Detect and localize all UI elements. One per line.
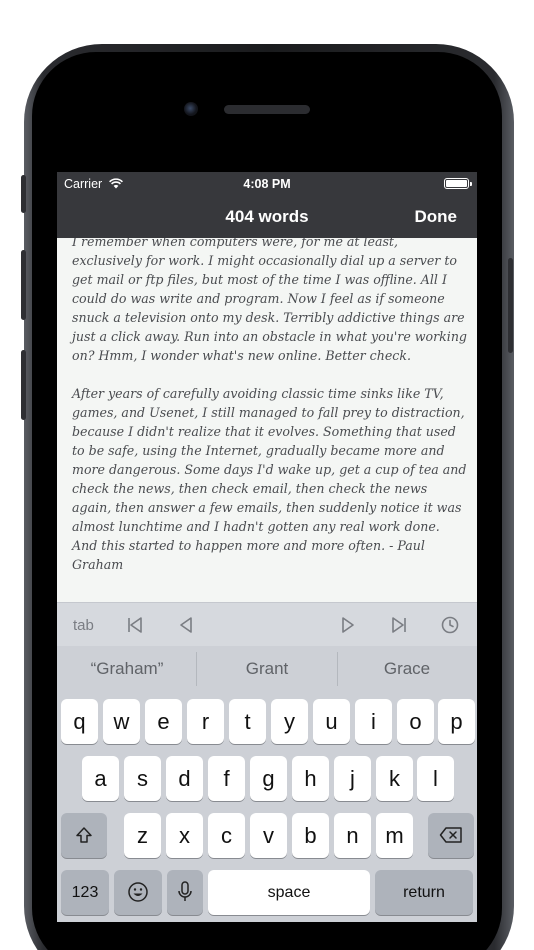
keyboard-accessory-bar: tab xyxy=(57,602,477,646)
key-s[interactable]: s xyxy=(124,756,161,801)
shift-key[interactable] xyxy=(61,813,107,858)
volume-down-button xyxy=(21,350,26,420)
backspace-icon xyxy=(439,827,462,843)
key-m[interactable]: m xyxy=(376,813,413,858)
key-z[interactable]: z xyxy=(124,813,161,858)
tab-button[interactable]: tab xyxy=(73,617,94,634)
shift-icon xyxy=(76,827,92,843)
key-n[interactable]: n xyxy=(334,813,371,858)
key-x[interactable]: x xyxy=(166,813,203,858)
key-f[interactable]: f xyxy=(208,756,245,801)
power-button xyxy=(508,258,513,353)
key-o[interactable]: o xyxy=(397,699,434,744)
volume-up-button xyxy=(21,250,26,320)
key-t[interactable]: t xyxy=(229,699,266,744)
skip-to-end-icon[interactable] xyxy=(389,615,409,635)
previous-icon[interactable] xyxy=(176,615,196,635)
text-editor[interactable]: I remember when computers were, for me a… xyxy=(57,238,477,602)
predictive-bar: “Graham” Grant Grace xyxy=(57,646,477,692)
key-p[interactable]: p xyxy=(438,699,475,744)
microphone-icon xyxy=(178,881,192,901)
suggestion-2[interactable]: Grant xyxy=(197,646,337,692)
key-l[interactable]: l xyxy=(417,756,454,801)
done-button[interactable]: Done xyxy=(415,207,458,227)
status-bar: Carrier 4:08 PM xyxy=(57,172,477,196)
next-icon[interactable] xyxy=(338,615,358,635)
mute-switch xyxy=(21,175,26,213)
key-d[interactable]: d xyxy=(166,756,203,801)
numbers-key[interactable]: 123 xyxy=(61,870,109,915)
key-v[interactable]: v xyxy=(250,813,287,858)
return-key[interactable]: return xyxy=(375,870,473,915)
key-r[interactable]: r xyxy=(187,699,224,744)
navigation-bar: 404 words Done xyxy=(57,196,477,238)
key-y[interactable]: y xyxy=(271,699,308,744)
key-u[interactable]: u xyxy=(313,699,350,744)
key-w[interactable]: w xyxy=(103,699,140,744)
status-time: 4:08 PM xyxy=(243,177,291,191)
emoji-icon xyxy=(128,882,148,902)
key-q[interactable]: q xyxy=(61,699,98,744)
editor-text[interactable]: I remember when computers were, for me a… xyxy=(72,238,467,593)
key-e[interactable]: e xyxy=(145,699,182,744)
key-g[interactable]: g xyxy=(250,756,287,801)
suggestion-1[interactable]: “Graham” xyxy=(57,646,197,692)
key-h[interactable]: h xyxy=(292,756,329,801)
key-c[interactable]: c xyxy=(208,813,245,858)
delete-key[interactable] xyxy=(428,813,474,858)
editor-paragraph[interactable]: I remember when computers were, for me a… xyxy=(72,238,467,365)
editor-paragraph[interactable]: After years of carefully avoiding classi… xyxy=(72,384,467,574)
front-camera xyxy=(184,102,198,116)
suggestion-3[interactable]: Grace xyxy=(337,646,477,692)
space-key[interactable]: space xyxy=(208,870,370,915)
key-k[interactable]: k xyxy=(376,756,413,801)
clock-icon[interactable] xyxy=(440,615,460,635)
screen: Carrier 4:08 PM 404 words Done I remembe… xyxy=(57,172,477,922)
key-i[interactable]: i xyxy=(355,699,392,744)
keyboard: q w e r t y u i o p a s d f g h j k l z … xyxy=(57,692,477,922)
key-a[interactable]: a xyxy=(82,756,119,801)
key-b[interactable]: b xyxy=(292,813,329,858)
dictation-key[interactable] xyxy=(167,870,203,915)
key-j[interactable]: j xyxy=(334,756,371,801)
earpiece-speaker xyxy=(224,105,310,114)
battery-icon xyxy=(444,178,472,189)
skip-to-start-icon[interactable] xyxy=(125,615,145,635)
emoji-key[interactable] xyxy=(114,870,162,915)
